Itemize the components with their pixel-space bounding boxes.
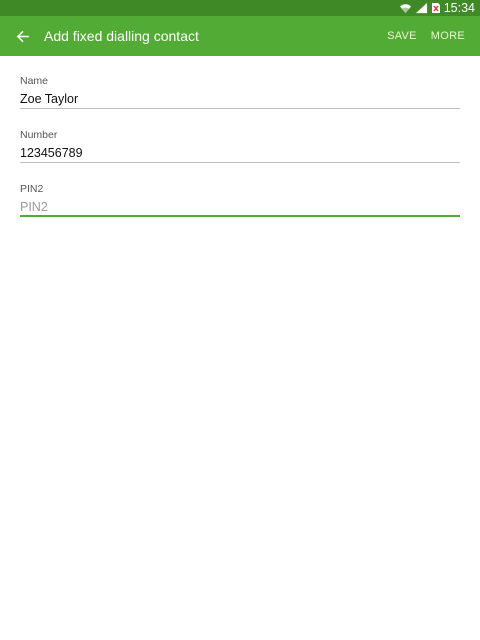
name-field[interactable]	[20, 90, 460, 108]
number-underline	[20, 162, 460, 163]
pin2-field[interactable]	[20, 198, 460, 216]
number-label: Number	[20, 129, 58, 141]
more-button[interactable]: MORE	[424, 16, 465, 56]
back-button[interactable]	[0, 16, 44, 56]
number-field[interactable]	[20, 144, 460, 162]
status-bar: 15:34	[0, 0, 480, 16]
pin2-label: PIN2	[20, 183, 44, 195]
app-bar-actions: SAVE MORE	[380, 16, 480, 56]
save-button[interactable]: SAVE	[380, 16, 424, 56]
status-icons	[399, 2, 441, 14]
name-underline	[20, 108, 460, 109]
no-sim-icon	[431, 3, 440, 13]
signal-icon	[415, 2, 427, 14]
name-field-group: Name	[20, 56, 460, 110]
contact-form: Name Number PIN2	[20, 56, 460, 218]
name-label: Name	[20, 75, 49, 87]
page-title: Add fixed dialling contact	[44, 28, 199, 44]
pin2-field-group: PIN2	[20, 164, 460, 218]
pin2-underline	[20, 215, 460, 217]
app-bar: Add fixed dialling contact SAVE MORE	[0, 16, 480, 56]
status-time: 15:34	[443, 1, 475, 15]
wifi-icon	[399, 4, 411, 14]
arrow-left-icon	[16, 30, 29, 42]
number-field-group: Number	[20, 110, 460, 164]
